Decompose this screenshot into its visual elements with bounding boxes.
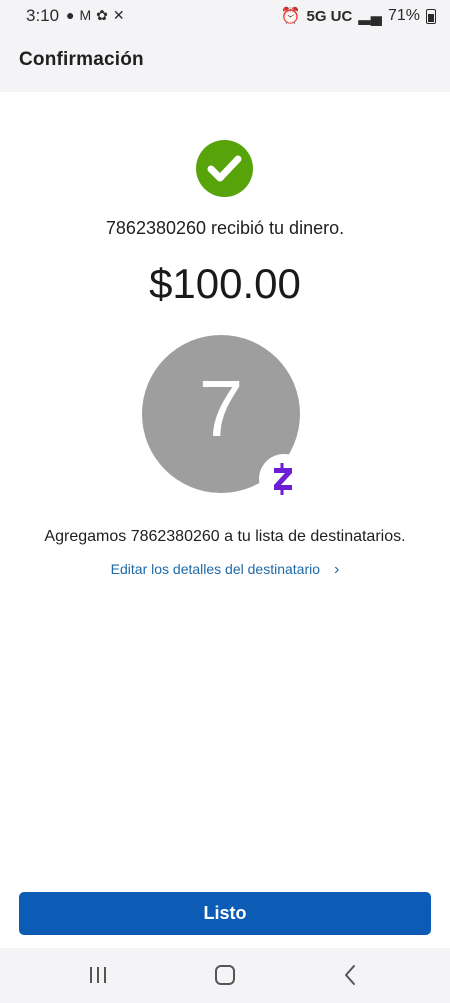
system-nav-bar (0, 948, 450, 1003)
status-bar: 3:10 ● M ✿ ✕ ⏰ 5G UC ▂▄ 71% (0, 0, 450, 30)
added-recipient-message: Agregamos 7862380260 a tu lista de desti… (44, 528, 406, 545)
avatar-initial: 7 (198, 364, 244, 453)
page-title: Confirmación (19, 49, 144, 70)
recent-apps-icon[interactable] (83, 962, 113, 988)
alarm-icon: ⏰ (280, 8, 301, 25)
missed-call-icon: ✕ (112, 7, 125, 23)
flower-icon: ✿ (96, 7, 108, 23)
confirmation-screen: 3:10 ● M ✿ ✕ ⏰ 5G UC ▂▄ 71% Confirmación… (0, 0, 450, 1003)
back-icon[interactable] (336, 962, 366, 988)
check-circle-icon (196, 140, 253, 197)
battery-percent: 71% (387, 7, 420, 24)
status-right: ⏰ 5G UC ▂▄ 71% (281, 6, 436, 26)
amount-sent: $100.00 (149, 260, 301, 307)
zelle-logo-icon (259, 454, 309, 504)
gmail-icon: M (79, 7, 92, 23)
battery-icon (426, 8, 436, 24)
chevron-right-icon[interactable]: › (334, 561, 339, 578)
status-time: 3:10 (26, 6, 60, 25)
received-message: 7862380260 recibió tu dinero. (105, 218, 345, 238)
app-header: Confirmación (0, 30, 450, 92)
notification-icons: ● M ✿ ✕ (66, 6, 125, 24)
edit-recipient-label[interactable]: Editar los detalles del destinatario (111, 561, 320, 577)
network-label: 5G UC (306, 7, 353, 25)
edit-recipient-link[interactable]: Editar los detalles del destinatario › (0, 561, 450, 579)
signal-icon: ▂▄ (358, 8, 382, 25)
done-button[interactable]: Listo (19, 892, 431, 935)
home-icon[interactable] (210, 962, 240, 988)
chat-icon: ● (66, 7, 75, 23)
